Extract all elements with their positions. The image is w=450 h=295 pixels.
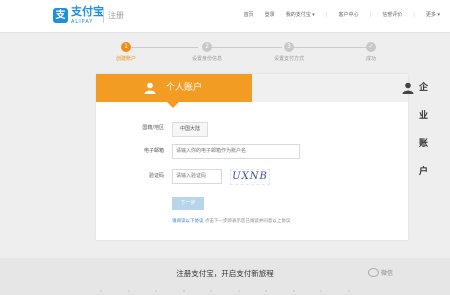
wechat-icon [368,268,379,277]
step-connector [212,47,282,48]
step-2-label: 设置身份信息 [191,56,222,62]
nav-reputation[interactable]: 信誉评价 [382,11,402,19]
tab-personal-label: 个人账户 [166,83,203,93]
nav-separator: | [325,12,328,18]
next-button[interactable]: 下一步 [172,197,204,210]
step-3-label: 设置支付方式 [273,56,304,62]
logo-en: ALIPAY [71,19,94,25]
person-icon [144,82,156,94]
register-title: 注册 [108,11,124,20]
email-label: 电子邮箱 [143,148,164,154]
email-field[interactable] [172,144,300,159]
progress-steps: 1 2 3 ✓ 创建账户 设置身份信息 设置支付方式 成功 [112,40,382,70]
region-select[interactable]: 中国大陆 [172,122,208,137]
top-nav: 首页 登录 我的支付宝 ▾ | 客户中心 | 信誉评价 | 更多 ▾ [233,11,440,19]
logo-name[interactable]: 支付宝 [71,6,104,18]
tab-personal-account[interactable]: 个人账户 [96,74,252,102]
tab-company-account[interactable]: 企业账户 [252,74,428,177]
nav-more[interactable]: 更多 ▾ [426,11,440,19]
active-tab-pointer [167,102,179,108]
agreement-link[interactable]: 请阅读以下协议 [172,219,204,224]
captcha-label: 验证码 [148,173,164,179]
agreement-text: 请阅读以下协议 点击下一步即表示您已阅读并同意以上协议 [172,219,290,225]
nav-separator: | [369,12,372,18]
step-connector [130,47,198,48]
wechat-label: 微信 [381,270,394,277]
step-4-check-icon: ✓ [366,42,376,52]
top-bar: 支 支付宝 ALIPAY 注册 首页 登录 我的支付宝 ▾ | 客户中心 | 信… [0,0,450,33]
step-4-label: 成功 [365,56,376,62]
step-3-icon: 3 [284,42,294,52]
step-1-icon: 1 [121,42,131,52]
region-label: 国籍/地区 [142,125,164,131]
agreement-note: 点击下一步即表示您已阅读并同意以上协议 [204,219,291,224]
alipay-logo-icon[interactable]: 支 [53,8,68,23]
tab-company-label: 企业账户 [419,83,429,177]
step-1-label: 创建账户 [115,56,136,62]
step-connector [294,47,366,48]
step-2-icon: 2 [202,42,212,52]
nav-login[interactable]: 登录 [265,11,275,19]
logo-divider [103,9,104,23]
nav-separator: | [413,12,415,18]
nav-customer-center[interactable]: 客户中心 [338,11,358,19]
wechat-watermark: 微信 [368,268,393,277]
captcha-image[interactable]: UXNB [230,169,270,185]
nav-home[interactable]: 首页 [244,11,254,19]
company-person-icon [402,82,414,94]
footer-dots [100,290,350,292]
captcha-field[interactable] [172,169,222,184]
nav-my-alipay[interactable]: 我的支付宝 ▾ [286,11,315,19]
